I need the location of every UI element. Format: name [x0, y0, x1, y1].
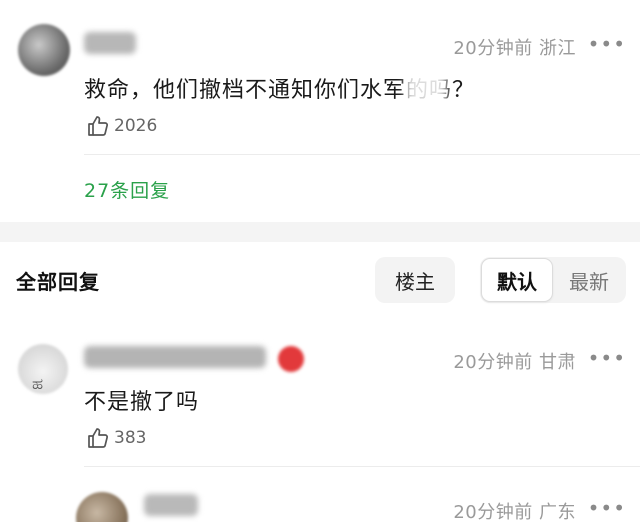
- divider: [84, 466, 640, 467]
- comment-text: 不是撤了吗: [84, 390, 200, 415]
- avatar[interactable]: [18, 24, 70, 76]
- username-blurred[interactable]: [84, 346, 266, 368]
- comment-time: 20分钟前: [453, 352, 533, 373]
- more-icon[interactable]: •••: [588, 496, 626, 520]
- comment-meta: 20分钟前 广东: [453, 498, 576, 522]
- owner-filter-button[interactable]: 楼主: [375, 257, 455, 303]
- comment-meta: 20分钟前 浙江: [453, 34, 576, 60]
- section-title: 全部回复: [16, 270, 100, 294]
- comment-time: 20分钟前: [453, 38, 533, 59]
- sort-default-button[interactable]: 默认: [481, 258, 553, 302]
- reply-item: ಹ 20分钟前 甘肃 ••• 不是撤了吗 383: [0, 330, 640, 480]
- avatar[interactable]: [76, 492, 128, 522]
- more-icon[interactable]: •••: [588, 32, 626, 56]
- like-count: 2026: [114, 116, 158, 136]
- main-comment: 20分钟前 浙江 ••• 救命，他们撤档不通知你们水军的吗？ 2026 27条回…: [0, 0, 640, 222]
- more-icon[interactable]: •••: [588, 346, 626, 370]
- comment-location: 甘肃: [539, 352, 576, 373]
- comment-location: 浙江: [539, 38, 576, 59]
- thumbs-up-icon: [88, 428, 109, 448]
- censor-blur: [405, 70, 447, 104]
- user-badge: [278, 346, 304, 372]
- username-blurred[interactable]: [144, 494, 198, 516]
- like-button[interactable]: 383: [86, 426, 146, 450]
- comment-time: 20分钟前: [453, 502, 533, 522]
- sort-newest-button[interactable]: 最新: [556, 258, 622, 302]
- comment-location: 广东: [539, 502, 576, 522]
- username-blurred[interactable]: [84, 32, 136, 54]
- like-button[interactable]: 2026: [86, 114, 157, 138]
- thumbs-up-icon: [88, 116, 109, 136]
- divider: [84, 154, 640, 155]
- section-divider: [0, 222, 640, 242]
- reply-item: 20分钟前 广东 •••: [0, 480, 640, 522]
- like-count: 383: [114, 428, 147, 448]
- comment-meta: 20分钟前 甘肃: [453, 348, 576, 374]
- avatar-glyph: ಹ: [32, 374, 44, 393]
- view-replies-link[interactable]: 27条回复: [84, 176, 170, 203]
